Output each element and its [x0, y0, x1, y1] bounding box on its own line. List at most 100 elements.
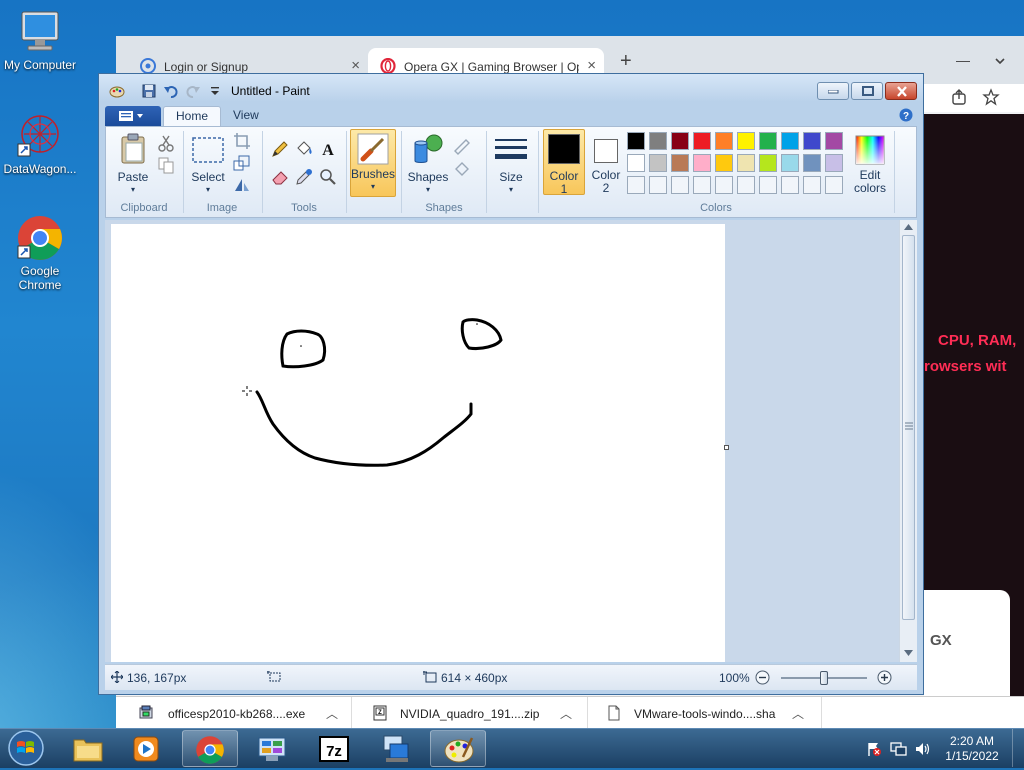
palette-swatch[interactable]: [671, 132, 689, 150]
palette-swatch[interactable]: [803, 154, 821, 172]
palette-custom-slot[interactable]: [825, 176, 843, 194]
eraser-icon[interactable]: [270, 167, 290, 187]
palette-swatch[interactable]: [803, 132, 821, 150]
palette-swatch[interactable]: [737, 132, 755, 150]
network-status-icon[interactable]: [890, 741, 908, 757]
palette-swatch[interactable]: [649, 154, 667, 172]
cut-icon[interactable]: [156, 133, 176, 153]
download-item[interactable]: VMware-tools-windo....sha ︿: [588, 697, 822, 729]
color-picker-icon[interactable]: [294, 167, 314, 187]
canvas-resize-handle[interactable]: [724, 445, 729, 450]
download-item[interactable]: officesp2010-kb268....exe ︿: [116, 697, 352, 729]
tab-view[interactable]: View: [221, 104, 271, 126]
window-minimize-button[interactable]: —: [956, 52, 970, 68]
minimize-button[interactable]: [817, 82, 849, 100]
vertical-scrollbar[interactable]: [899, 220, 917, 662]
copy-icon[interactable]: [156, 155, 176, 175]
paint-menu-button[interactable]: [105, 106, 161, 126]
taskbar-network[interactable]: [368, 730, 424, 767]
help-icon[interactable]: ?: [899, 108, 913, 122]
close-button[interactable]: [885, 82, 917, 100]
palette-swatch[interactable]: [693, 154, 711, 172]
start-button[interactable]: [4, 729, 48, 767]
resize-icon[interactable]: [232, 153, 252, 173]
palette-swatch[interactable]: [825, 132, 843, 150]
color2-button[interactable]: Color 2: [587, 131, 625, 197]
brushes-button[interactable]: Brushes ▾: [350, 129, 396, 197]
palette-custom-slot[interactable]: [671, 176, 689, 194]
select-button[interactable]: Select ▾: [188, 131, 228, 197]
scrollbar-thumb[interactable]: [902, 235, 915, 620]
customize-toolbar-chevron-icon[interactable]: [207, 83, 223, 99]
action-center-flag-icon[interactable]: [866, 741, 882, 757]
brushes-dropdown-chevron-icon[interactable]: ▾: [351, 180, 395, 193]
palette-swatch[interactable]: [737, 154, 755, 172]
palette-swatch[interactable]: [759, 154, 777, 172]
tab-search-chevron-icon[interactable]: [994, 55, 1006, 67]
redo-icon[interactable]: [185, 83, 201, 99]
taskbar-7zip[interactable]: 7z: [306, 730, 362, 767]
magnifier-icon[interactable]: [318, 167, 338, 187]
paint-app-icon[interactable]: [109, 83, 125, 99]
tab-home[interactable]: Home: [163, 106, 222, 127]
volume-icon[interactable]: [914, 741, 930, 757]
text-icon[interactable]: A: [318, 139, 338, 159]
outline-icon[interactable]: [452, 135, 472, 155]
palette-swatch[interactable]: [715, 154, 733, 172]
maximize-button[interactable]: [851, 82, 883, 100]
download-options-chevron-icon[interactable]: ︿: [560, 705, 572, 722]
palette-custom-slot[interactable]: [715, 176, 733, 194]
palette-custom-slot[interactable]: [649, 176, 667, 194]
new-tab-button[interactable]: +: [620, 50, 632, 73]
palette-custom-slot[interactable]: [693, 176, 711, 194]
taskbar-media-player[interactable]: [118, 730, 174, 767]
crop-icon[interactable]: [232, 131, 252, 151]
rotate-icon[interactable]: [232, 175, 252, 195]
close-tab-icon[interactable]: ×: [587, 57, 596, 74]
palette-swatch[interactable]: [715, 132, 733, 150]
palette-custom-slot[interactable]: [737, 176, 755, 194]
palette-swatch[interactable]: [781, 132, 799, 150]
system-clock[interactable]: 2:20 AM 1/15/2022: [940, 734, 1004, 764]
undo-icon[interactable]: [163, 83, 179, 99]
size-dropdown-chevron-icon[interactable]: ▾: [490, 183, 532, 196]
save-icon[interactable]: [141, 83, 157, 99]
taskbar-control-panel[interactable]: [244, 730, 300, 767]
select-dropdown-chevron-icon[interactable]: ▾: [188, 183, 228, 196]
download-item[interactable]: Z NVIDIA_quadro_191....zip ︿: [352, 697, 588, 729]
taskbar-chrome[interactable]: [182, 730, 238, 767]
shapes-button[interactable]: Shapes ▾: [406, 131, 450, 197]
zoom-out-icon[interactable]: [755, 670, 770, 685]
drawing-canvas[interactable]: [111, 224, 725, 662]
palette-swatch[interactable]: [825, 154, 843, 172]
zoom-slider[interactable]: [781, 671, 867, 685]
edit-colors-button[interactable]: Edit colors: [850, 131, 890, 197]
taskbar-explorer[interactable]: [60, 730, 116, 767]
taskbar-paint[interactable]: [430, 730, 486, 767]
palette-custom-slot[interactable]: [627, 176, 645, 194]
palette-swatch[interactable]: [781, 154, 799, 172]
palette-swatch[interactable]: [693, 132, 711, 150]
color1-button[interactable]: Color 1: [543, 129, 585, 196]
palette-swatch[interactable]: [627, 132, 645, 150]
palette-swatch[interactable]: [671, 154, 689, 172]
zoom-in-icon[interactable]: [877, 670, 892, 685]
palette-custom-slot[interactable]: [803, 176, 821, 194]
fill-icon[interactable]: [452, 159, 472, 179]
palette-swatch[interactable]: [627, 154, 645, 172]
share-icon[interactable]: [950, 88, 968, 106]
download-options-chevron-icon[interactable]: ︿: [326, 705, 338, 722]
palette-swatch[interactable]: [759, 132, 777, 150]
zoom-slider-thumb[interactable]: [820, 671, 828, 685]
close-tab-icon[interactable]: ×: [351, 57, 360, 74]
scroll-up-arrow-icon[interactable]: [904, 224, 913, 230]
paste-dropdown-chevron-icon[interactable]: ▾: [114, 183, 152, 196]
palette-custom-slot[interactable]: [759, 176, 777, 194]
desktop-icon-my-computer[interactable]: My Computer: [0, 8, 80, 72]
size-button[interactable]: Size ▾: [490, 131, 532, 197]
fill-bucket-icon[interactable]: [294, 139, 314, 159]
scroll-down-arrow-icon[interactable]: [904, 650, 913, 656]
pencil-icon[interactable]: [270, 139, 290, 159]
download-options-chevron-icon[interactable]: ︿: [792, 705, 804, 722]
shapes-dropdown-chevron-icon[interactable]: ▾: [406, 183, 450, 196]
